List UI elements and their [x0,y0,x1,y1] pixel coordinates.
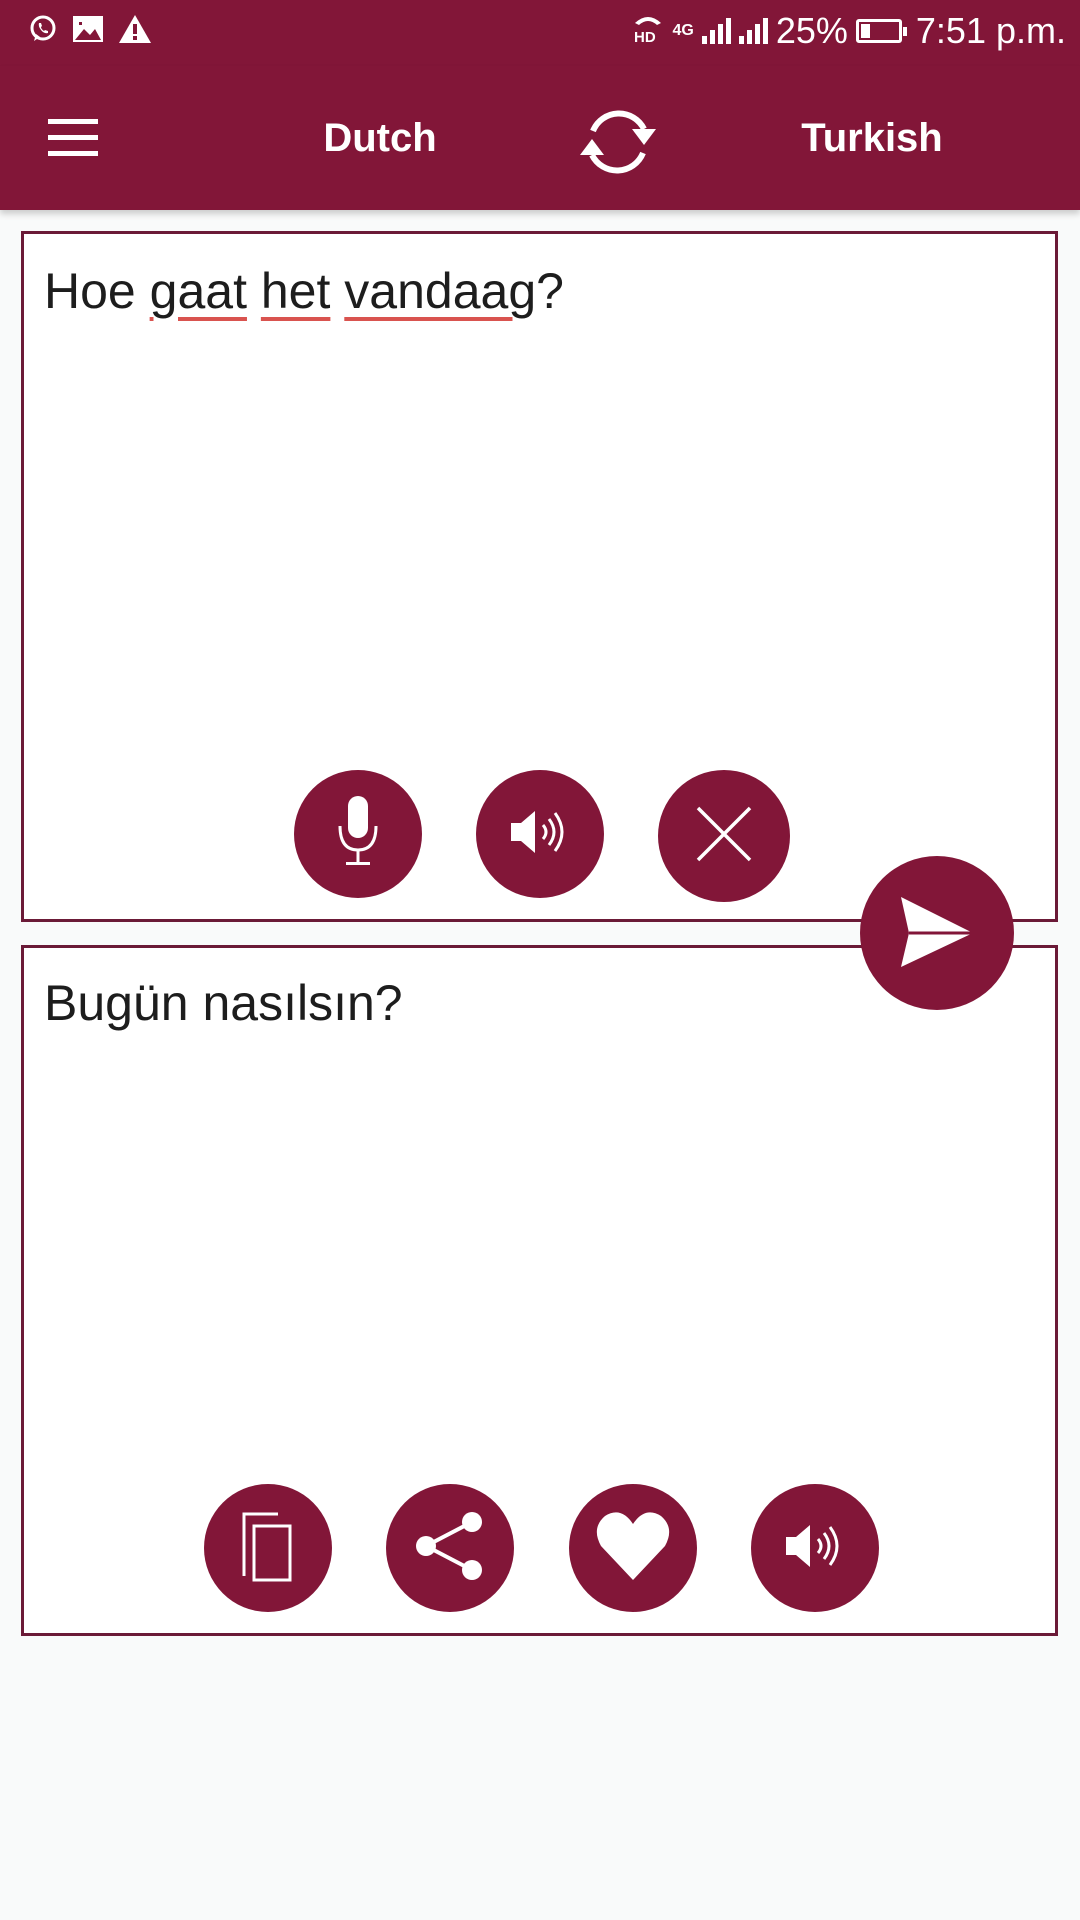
heart-icon [593,1508,673,1589]
battery-icon [855,19,907,43]
copy-icon [238,1508,298,1589]
swap-languages-icon[interactable] [568,91,668,191]
system-indicators: HD 4G 25% 7:51 p.m. [631,10,1067,52]
whatsapp-icon [28,14,58,49]
speak-output-button[interactable] [751,1484,879,1612]
translate-send-button[interactable] [860,856,1014,1010]
microphone-icon [326,792,390,877]
battery-percent: 25% [775,10,848,51]
misspelled-word: het [260,263,331,319]
word: Hoe [44,263,136,319]
signal-sim1-icon [701,18,731,44]
svg-text:HD: HD [634,29,656,43]
network-type: 4G [672,22,694,39]
send-icon [897,891,977,976]
app-toolbar: Dutch Turkish [0,66,1080,210]
source-language-selector[interactable]: Dutch [250,106,510,170]
favorite-button[interactable] [569,1484,697,1612]
microphone-button[interactable] [294,770,422,898]
speak-input-button[interactable] [476,770,604,898]
signal-sim2-icon [738,18,768,44]
clear-button[interactable] [658,770,790,902]
output-panel: Bugün nasılsın? [21,945,1058,1636]
copy-button[interactable] [204,1484,332,1612]
share-button[interactable] [386,1484,514,1612]
image-icon [72,15,104,48]
share-icon [412,1508,488,1589]
hamburger-menu-icon[interactable] [40,106,104,170]
close-icon [694,804,754,869]
misspelled-word: vandaag [344,263,537,319]
misspelled-word: gaat [149,263,247,319]
battery-level [860,24,870,38]
notification-icons [28,14,152,49]
clock: 7:51 p.m. [915,10,1066,51]
translated-text: Bugün nasılsın? [44,975,403,1031]
speaker-icon [505,797,575,872]
warning-icon [118,14,152,49]
speaker-icon [780,1511,850,1586]
input-panel: Hoe gaat het vandaag? [21,231,1058,922]
status-bar: HD 4G 25% 7:51 p.m. [0,0,1080,66]
source-text-input[interactable]: Hoe gaat het vandaag? [44,262,564,320]
punctuation: ? [536,263,564,319]
target-language-selector[interactable]: Turkish [742,106,1002,170]
hd-voice-icon: HD [631,10,665,52]
